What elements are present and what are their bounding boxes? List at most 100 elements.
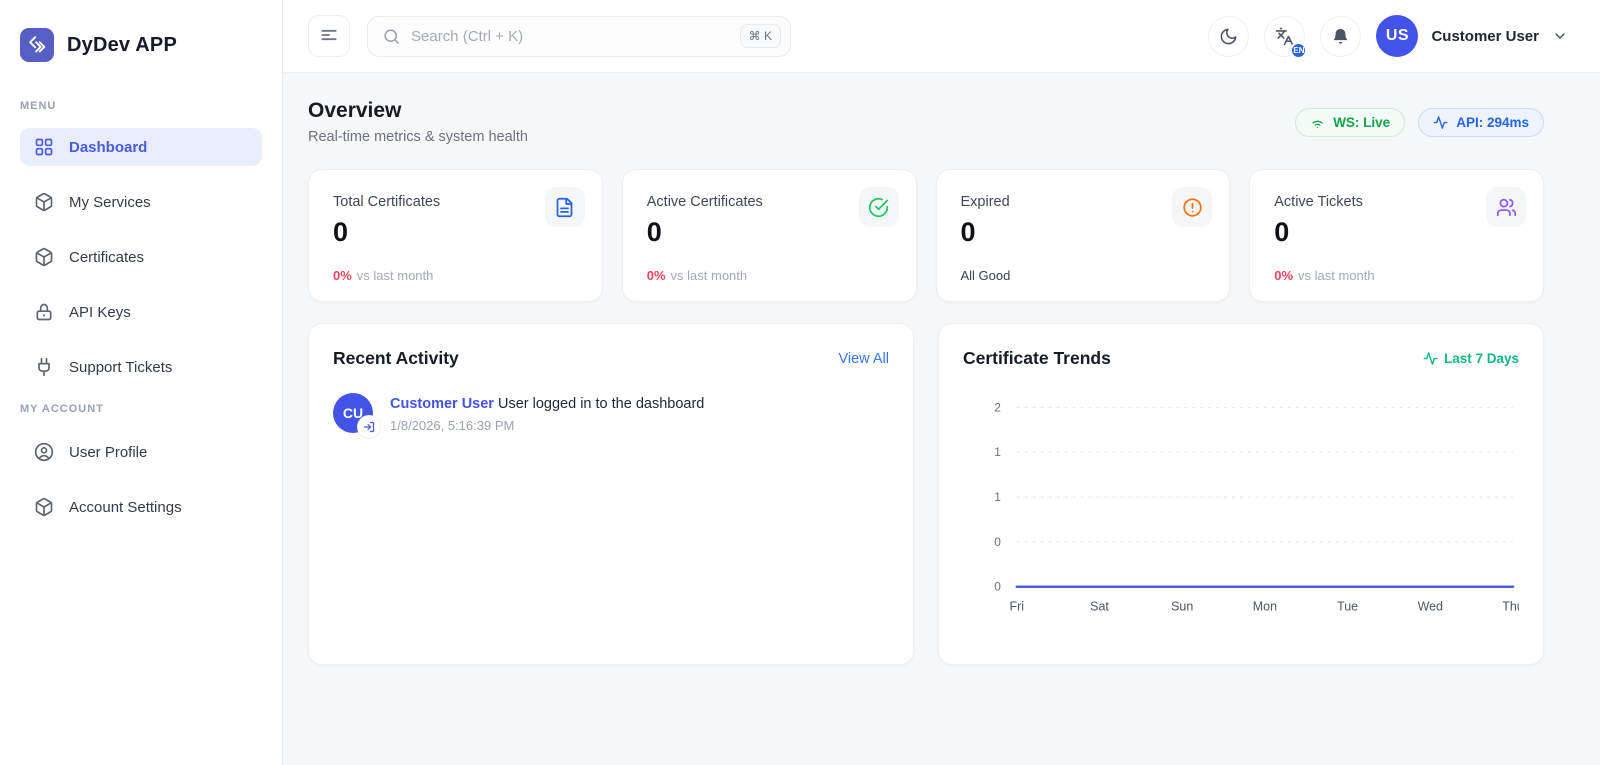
page-subtitle: Real-time metrics & system health (308, 129, 528, 145)
check-circle-icon (859, 187, 899, 227)
svg-text:0: 0 (994, 535, 1001, 549)
alert-circle-icon (1172, 187, 1212, 227)
app-title: DyDev APP (67, 34, 177, 57)
sidebar-section-menu: MENU (20, 100, 262, 112)
user-menu[interactable]: US Customer User (1376, 15, 1568, 57)
stat-card-expired: Expired 0 All Good (936, 169, 1231, 302)
pulse-icon (1423, 351, 1438, 366)
svg-text:1: 1 (994, 445, 1001, 459)
svg-text:Fri: Fri (1010, 600, 1025, 614)
language-badge: EN (1290, 42, 1307, 59)
sidebar-item-user-profile[interactable]: User Profile (20, 433, 262, 471)
stat-suffix: All Good (961, 268, 1011, 283)
sidebar: DyDev APP MENU Dashboard My Services Cer… (0, 0, 283, 765)
dashboard-content: Overview Real-time metrics & system heal… (283, 73, 1600, 765)
wifi-icon (1310, 115, 1325, 130)
stat-card-total-certificates: Total Certificates 0 0%vs last month (308, 169, 603, 302)
sidebar-item-label: API Keys (69, 304, 131, 321)
dark-mode-toggle[interactable] (1208, 16, 1249, 57)
certificate-trends-title: Certificate Trends (963, 348, 1111, 369)
svg-text:1: 1 (994, 490, 1001, 504)
app-logo[interactable]: DyDev APP (20, 0, 262, 62)
stat-delta: 0% (1274, 268, 1293, 283)
range-label: Last 7 Days (1423, 351, 1519, 366)
sidebar-section-my-account: MY ACCOUNT (20, 403, 262, 415)
global-search[interactable]: ⌘ K (367, 16, 791, 57)
view-all-link[interactable]: View All (838, 351, 889, 367)
chevron-down-icon (1552, 28, 1568, 44)
sidebar-item-dashboard[interactable]: Dashboard (20, 128, 262, 166)
cube-icon (34, 497, 54, 517)
svg-text:Sat: Sat (1090, 600, 1109, 614)
hamburger-icon (319, 25, 339, 48)
stat-value: 0 (333, 217, 578, 248)
websocket-status-badge: WS: Live (1295, 108, 1405, 137)
stat-cards: Total Certificates 0 0%vs last month Act… (308, 169, 1544, 302)
topbar-actions: EN US Customer User (1208, 15, 1568, 57)
sidebar-item-certificates[interactable]: Certificates (20, 238, 262, 276)
grid-icon (34, 137, 54, 157)
sidebar-item-my-services[interactable]: My Services (20, 183, 262, 221)
user-circle-icon (34, 442, 54, 462)
sidebar-item-label: Account Settings (69, 499, 182, 516)
sidebar-item-label: My Services (69, 194, 151, 211)
activity-item: CU Customer User User logged in to the d… (333, 393, 889, 433)
stat-suffix: vs last month (1298, 268, 1375, 283)
stat-label: Expired (961, 194, 1206, 210)
certificate-trends-panel: Certificate Trends Last 7 Days 2 1 1 0 0 Fri S… (938, 323, 1544, 665)
page-header: Overview Real-time metrics & system heal… (308, 99, 1544, 145)
users-icon (1486, 187, 1526, 227)
stat-label: Active Tickets (1274, 194, 1519, 210)
activity-action: User logged in to the dashboard (498, 396, 704, 412)
ws-badge-label: WS: Live (1333, 115, 1390, 130)
recent-activity-panel: Recent Activity View All CU Customer Use… (308, 323, 914, 665)
moon-icon (1219, 27, 1238, 46)
stat-value: 0 (961, 217, 1206, 248)
stat-card-active-tickets: Active Tickets 0 0% vs last month (1249, 169, 1544, 302)
sidebar-item-label: User Profile (69, 444, 147, 461)
svg-text:Mon: Mon (1253, 600, 1277, 614)
activity-timestamp: 1/8/2026, 5:16:39 PM (390, 418, 704, 433)
sidebar-toggle-button[interactable] (308, 15, 350, 57)
svg-text:0: 0 (994, 580, 1001, 594)
file-text-icon (545, 187, 585, 227)
main-area: ⌘ K EN (283, 0, 1600, 765)
activity-icon (1433, 115, 1448, 130)
api-badge-label: API: 294ms (1456, 115, 1529, 130)
activity-actor[interactable]: Customer User (390, 396, 494, 412)
stat-label: Active Certificates (647, 194, 892, 210)
api-latency-badge: API: 294ms (1418, 108, 1544, 137)
cube-icon (34, 192, 54, 212)
sidebar-item-support-tickets[interactable]: Support Tickets (20, 348, 262, 386)
recent-activity-title: Recent Activity (333, 348, 459, 369)
svg-text:Wed: Wed (1418, 600, 1443, 614)
sidebar-item-label: Dashboard (69, 139, 147, 156)
sidebar-item-label: Certificates (69, 249, 144, 266)
svg-text:Tue: Tue (1337, 600, 1358, 614)
notifications-button[interactable] (1320, 16, 1361, 57)
login-icon (358, 416, 380, 438)
languages-icon (1275, 27, 1294, 46)
user-avatar[interactable]: US (1376, 15, 1418, 57)
stat-label: Total Certificates (333, 194, 578, 210)
language-switcher[interactable]: EN (1264, 16, 1305, 57)
stat-delta: 0% (647, 268, 666, 283)
search-input[interactable] (411, 28, 730, 45)
activity-text: Customer User User logged in to the dash… (390, 393, 704, 415)
sidebar-item-account-settings[interactable]: Account Settings (20, 488, 262, 526)
plug-icon (34, 357, 54, 377)
dashboard-panels: Recent Activity View All CU Customer Use… (308, 323, 1544, 665)
stat-suffix: vs last month (671, 268, 748, 283)
range-label-text: Last 7 Days (1444, 351, 1519, 366)
sidebar-item-label: Support Tickets (69, 359, 172, 376)
search-shortcut-kbd: ⌘ K (740, 24, 781, 48)
trend-line-chart: 21100FriSatSunMonTueWedThu (963, 387, 1519, 635)
user-name: Customer User (1431, 28, 1539, 45)
sidebar-item-api-keys[interactable]: API Keys (20, 293, 262, 331)
lock-icon (34, 302, 54, 322)
app-root: DyDev APP MENU Dashboard My Services Cer… (0, 0, 1600, 765)
svg-text:2: 2 (994, 400, 1001, 414)
stat-value: 0 (1274, 217, 1519, 248)
logo-chevrons-icon (20, 28, 54, 62)
stat-suffix: vs last month (357, 268, 434, 283)
